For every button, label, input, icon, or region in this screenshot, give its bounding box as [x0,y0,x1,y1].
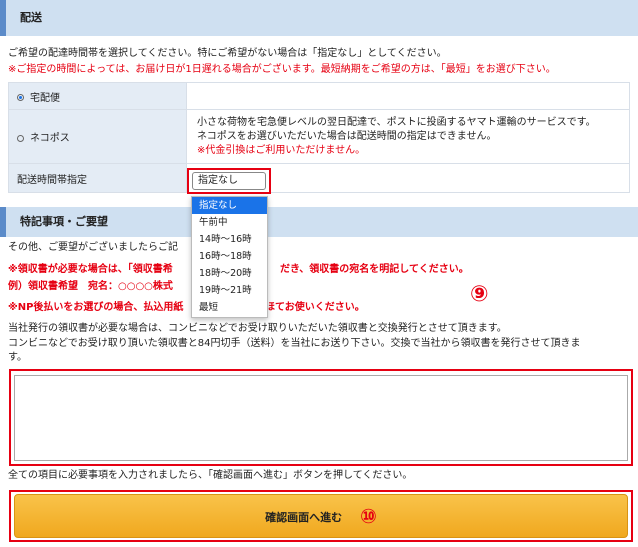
time-option[interactable]: 19時～21時 [192,282,267,299]
radio-takkyubin[interactable] [17,94,24,101]
delivery-intro: ご希望の配達時間帯を選択してください。特にご希望がない場合は「指定なし」としてく… [8,48,447,59]
time-label: 配送時間帯指定 [8,163,187,193]
time-option[interactable]: 午前中 [192,214,267,231]
requests-line7: す。 [8,352,27,363]
requests-line3: 例）領収書希望 宛名：○○○○株式 [8,281,173,292]
time-option[interactable]: 16時～18時 [192,248,267,265]
delivery-warning: ※ご指定の時間によっては、お届け日が1日遅れる場合がございます。最短納期をご希望… [8,64,556,75]
requests-line4b: ほてお使いください。 [265,302,365,313]
delivery-heading: 配送 [0,0,638,36]
requests-line4: ※NP後払いをお選びの場合、払込用紙 [8,302,184,313]
radio-nekopos[interactable] [17,134,24,142]
requests-heading: 特記事項・ご要望 [0,207,638,237]
footer-note: 全ての項目に必要事項を入力されましたら、「確認画面へ進む」ボタンを押してください… [8,470,413,481]
option-takkyubin[interactable]: 宅配便 [8,82,187,110]
annotation-nine: ⑨ [470,282,489,307]
requests-line5: 当社発行の領収書が必要な場合は、コンビニなどでお受け取りいただいた領収書と交換発… [8,323,507,334]
option-nekopos[interactable]: ネコポス [8,109,187,164]
select-highlight [187,168,271,194]
requests-line1: その他、ご要望がございましたらご記 [8,242,178,253]
time-option[interactable]: 14時～16時 [192,231,267,248]
delivery-table: 宅配便 ネコポス 小さな荷物を宅急便レベルの翌日配達で、ポストに投函するヤマト運… [8,82,630,193]
button-highlight [9,490,633,542]
time-option[interactable]: 指定なし [192,197,267,214]
requests-line2b: だき、領収書の宛名を明記してください。 [280,264,469,275]
requests-line6: コンビニなどでお受け取り頂いた領収書と84円切手（送料）を当社にお送り下さい。交… [8,338,581,349]
textarea-highlight [9,369,633,466]
requests-line2: ※領収書が必要な場合は、「領収書希 [8,264,173,275]
time-option[interactable]: 18時～20時 [192,265,267,282]
time-option[interactable]: 最短 [192,299,267,316]
time-dropdown[interactable]: 指定なし 午前中 14時～16時 16時～18時 18時～20時 19時～21時… [191,196,268,318]
nekopos-description: 小さな荷物を宅急便レベルの翌日配達で、ポストに投函するヤマト運輸のサービスです。… [186,109,630,164]
